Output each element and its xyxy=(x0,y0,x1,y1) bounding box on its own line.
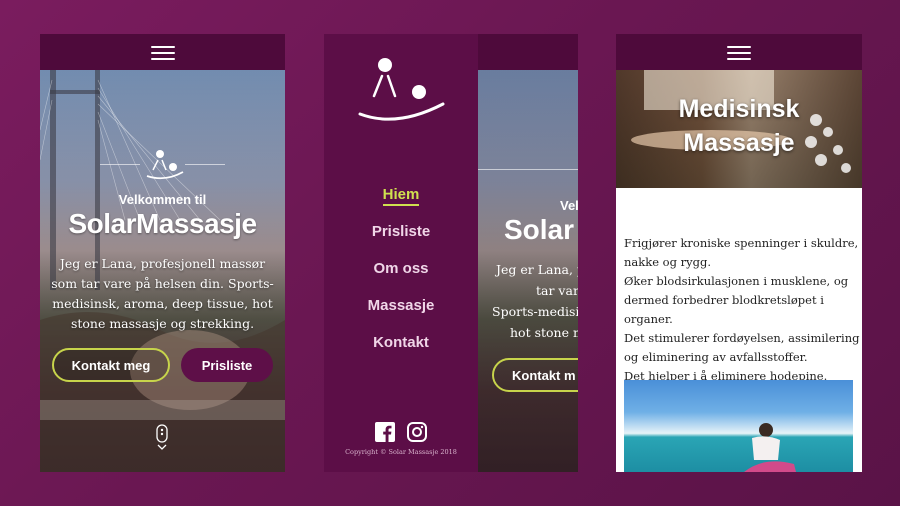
peek-line: Jeg er Lana, p xyxy=(496,262,578,277)
instagram-icon[interactable] xyxy=(407,422,427,442)
contact-button[interactable]: Kontakt meg xyxy=(52,348,170,382)
divider-right xyxy=(185,164,225,165)
menu-item-contact[interactable]: Kontakt xyxy=(324,334,478,351)
massage-logo-icon xyxy=(146,150,184,180)
peek-brand: Solar xyxy=(504,214,575,245)
peek-line: hot stone m xyxy=(510,325,578,340)
home-screen: Velkommen til SolarMassasje Jeg er Lana,… xyxy=(40,34,285,472)
massage-logo-icon xyxy=(358,58,445,121)
benefit-item: Det stimulerer fordøyelsen, assimilering… xyxy=(624,331,860,364)
benefit-item: Øker blodsirkulasjonen i musklene, og de… xyxy=(624,274,849,326)
peek-line: tar vare xyxy=(536,283,578,298)
price-list-button[interactable]: Prisliste xyxy=(181,348,273,382)
hamburger-menu-icon[interactable] xyxy=(150,42,175,62)
scroll-down-icon[interactable] xyxy=(155,424,169,450)
peek-welcome: Velk xyxy=(560,198,578,213)
intro-text: Jeg er Lana, profesjonell massør som tar… xyxy=(51,256,274,331)
facebook-icon[interactable] xyxy=(375,422,395,442)
page-peek: Velk Solar Jeg er Lana, p tar vare Sport… xyxy=(478,34,578,472)
peek-line: Sports-medisin xyxy=(492,304,578,319)
side-menu: Hiem Prisliste Om oss Massasje Kontakt C… xyxy=(324,34,478,472)
menu-screen: Velk Solar Jeg er Lana, p tar vare Sport… xyxy=(324,34,578,472)
benefit-item: Frigjører kroniske spenninger i skuldre,… xyxy=(624,236,859,269)
peek-divider xyxy=(478,169,578,170)
divider-left xyxy=(100,164,140,165)
menu-item-price-list[interactable]: Prisliste xyxy=(324,223,478,240)
menu-item-about[interactable]: Om oss xyxy=(324,260,478,277)
welcome-heading: Velkommen til xyxy=(118,192,207,207)
massage-photo: Medisinsk Massasje xyxy=(616,70,862,188)
hamburger-menu-icon[interactable] xyxy=(727,42,751,62)
beach-yoga-illustration xyxy=(744,423,796,472)
menu-item-massage[interactable]: Massasje xyxy=(324,297,478,314)
medical-massage-screen: Medisinsk Massasje Frigjører kroniske sp… xyxy=(616,34,862,472)
peek-contact-button[interactable]: Kontakt m xyxy=(492,358,578,392)
benefits-text: Frigjører kroniske spenninger i skuldre,… xyxy=(624,234,860,386)
brand-title: SolarMassasje xyxy=(68,208,257,239)
header-bar xyxy=(616,34,862,70)
header-bar xyxy=(40,34,285,70)
beach-photo xyxy=(624,380,853,472)
copyright-text: Copyright © Solar Massasje 2018 xyxy=(345,448,457,456)
page-title: Medisinsk Massasje xyxy=(678,95,800,157)
peek-header-bar xyxy=(478,34,578,70)
menu-item-home[interactable]: Hiem xyxy=(324,186,478,206)
